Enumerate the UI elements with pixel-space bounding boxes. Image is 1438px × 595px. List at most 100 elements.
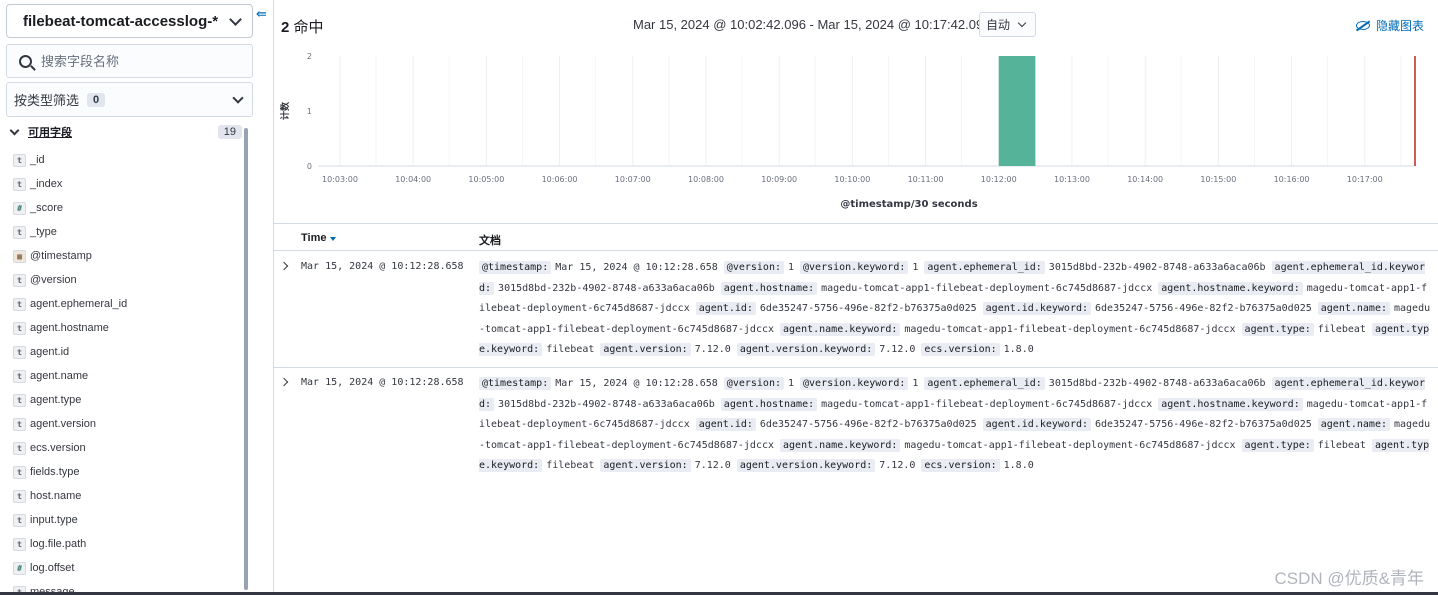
x-tick-label: 10:09:00 [761,175,797,184]
x-tick-label: 10:11:00 [908,175,944,184]
expand-row-icon[interactable] [279,261,289,271]
histogram-chart: 0 1 2 计数 10:03:00 10:04:00 10:05:00 10:06:00 10:… [279,52,1416,210]
string-field-icon: t [13,345,26,359]
string-field-icon: t [13,297,26,311]
x-tick-label: 10:12:00 [981,175,1017,184]
main-panel: 2 命中 Mar 15, 2024 @ 10:02:42.096 - Mar 1… [274,0,1438,595]
doc-field-value: magedu-tomcat-app1-filebeat-deployment-6… [904,439,1236,451]
x-tick-label: 10:06:00 [542,175,578,184]
doc-field-value: 6de35247-5756-496e-82f2-b76375a0d025 [1095,419,1312,431]
doc-field-key: @version.keyword: [800,261,909,274]
doc-field-value: magedu-tomcat-app1-filebeat-deployment-6… [821,282,1153,294]
doc-field-value: filebeat [1317,323,1366,335]
field-name: _index [30,178,63,190]
field-item[interactable]: t _id [8,148,240,172]
field-item[interactable]: t log.file.path [8,532,240,556]
interval-select[interactable]: 自动 [979,12,1036,37]
chart-divider [274,223,1438,224]
field-item[interactable]: t ecs.version [8,436,240,460]
field-name: @version [30,274,77,286]
number-field-icon: # [13,201,26,215]
field-name: _id [30,154,45,166]
doc-field-value: 3015d8bd-232b-4902-8748-a633a6aca06b [498,398,715,410]
filter-by-type-label: 按类型筛选 [14,93,80,108]
x-tick-label: 10:03:00 [322,175,358,184]
doc-field-key: agent.name.keyword: [780,322,901,336]
doc-field-value: 7.12.0 [694,344,731,356]
chevron-down-icon [1017,18,1027,28]
row-document: @timestamp: Mar 15, 2024 @ 10:12:28.658 @v… [479,374,1433,477]
string-field-icon: t [13,513,26,527]
field-item[interactable]: t agent.version [8,412,240,436]
field-item[interactable]: # log.offset [8,556,240,580]
doc-field-value: 1.8.0 [1003,344,1034,356]
x-tick-label: 10:10:00 [834,175,870,184]
doc-field-key: agent.id.keyword: [982,418,1092,432]
field-item[interactable]: t agent.name [8,364,240,388]
doc-field-value: 7.12.0 [879,344,916,356]
sidebar-scrollbar[interactable] [244,128,248,590]
field-item[interactable]: t input.type [8,508,240,532]
string-field-icon: t [13,321,26,335]
doc-field-value: 3015d8bd-232b-4902-8748-a633a6aca06b [498,282,715,294]
hits-label: 命中 [293,19,324,36]
chevron-down-icon [232,91,244,104]
string-field-icon: t [13,393,26,407]
date-field-icon: ▦ [13,249,26,263]
doc-field-value: 6de35247-5756-496e-82f2-b76375a0d025 [759,419,977,431]
field-search-box [6,44,253,78]
index-pattern-select[interactable]: filebeat-tomcat-accesslog-* [6,4,253,38]
doc-field-value: filebeat [546,460,595,472]
doc-field-value: 3015d8bd-232b-4902-8748-a633a6aca06b [1048,378,1266,389]
row-document: @timestamp: Mar 15, 2024 @ 10:12:28.658 @v… [479,258,1433,361]
doc-field-value: magedu-tomcat-app1-filebeat-deployment-6… [904,323,1236,335]
field-name: log.file.path [30,538,87,550]
row-time: Mar 15, 2024 @ 10:12:28.658 [301,261,464,272]
string-field-icon: t [13,225,26,239]
doc-field-key: agent.type: [1241,322,1314,336]
x-tick-label: 10:05:00 [468,175,504,184]
x-tick-label: 10:16:00 [1274,175,1310,184]
field-item[interactable]: t agent.type [8,388,240,412]
string-field-icon: t [13,369,26,383]
filter-count-badge: 0 [87,92,106,107]
table-header-divider [274,250,1438,251]
expand-row-icon[interactable] [279,377,289,387]
field-item[interactable]: t _index [8,172,240,196]
y-tick-label: 2 [307,52,312,61]
field-name: log.offset [30,562,75,574]
doc-field-key: agent.id: [695,418,756,432]
field-item[interactable]: t host.name [8,484,240,508]
field-item[interactable]: t agent.ephemeral_id [8,292,240,316]
available-fields-header[interactable]: 可用字段 19 [6,123,242,141]
number-field-icon: # [13,561,26,575]
x-tick-label: 10:14:00 [1127,175,1163,184]
field-item[interactable]: t agent.id [8,340,240,364]
doc-field-value: filebeat [1317,439,1366,451]
field-item[interactable]: t fields.type [8,460,240,484]
collapse-sidebar-icon[interactable]: ⇚ [256,6,267,22]
field-name: ecs.version [30,442,86,454]
doc-field-value: 1 [787,262,795,273]
hits-counter: 2 命中 [281,16,324,37]
doc-field-value: 7.12.0 [879,460,916,472]
field-item[interactable]: ▦ @timestamp [8,244,240,268]
field-search-input[interactable] [41,53,231,69]
sort-descending-icon[interactable] [330,237,337,241]
field-item[interactable]: t @version [8,268,240,292]
string-field-icon: t [13,489,26,503]
field-name: agent.hostname [30,322,109,334]
field-item[interactable]: t _type [8,220,240,244]
filter-by-type-button[interactable]: 按类型筛选 0 [6,82,253,117]
chevron-down-icon [229,12,242,26]
field-item[interactable]: # _score [8,196,240,220]
field-list: t _id t _index # _score t _type ▦ @timestamp t @ver… [8,148,240,595]
doc-field-value: Mar 15, 2024 @ 10:12:28.658 [555,262,718,273]
string-field-icon: t [13,177,26,191]
index-pattern-label: filebeat-tomcat-accesslog-* [23,12,219,30]
doc-field-key: agent.version.keyword: [736,459,876,473]
doc-field-value: Mar 15, 2024 @ 10:12:28.658 [555,378,718,389]
field-item[interactable]: t agent.hostname [8,316,240,340]
hide-chart-button[interactable]: 隐藏图表 [1356,17,1424,34]
column-header-time[interactable]: Time [301,232,337,244]
